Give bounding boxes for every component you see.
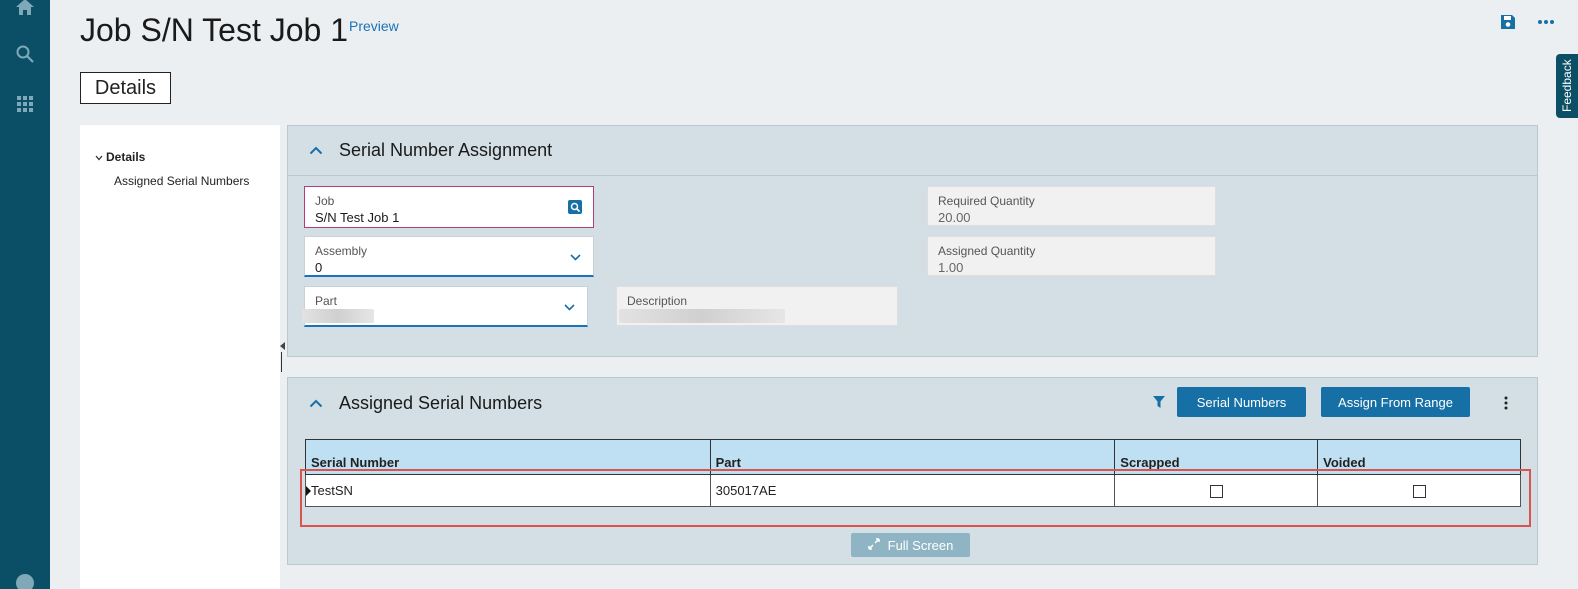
navigation-tree: Details Assigned Serial Numbers bbox=[80, 125, 280, 589]
splitter-handle[interactable] bbox=[281, 352, 282, 372]
panel-header: Serial Number Assignment bbox=[288, 126, 1537, 176]
tree-node-assigned-serial-numbers[interactable]: Assigned Serial Numbers bbox=[114, 174, 249, 188]
field-value: S/N Test Job 1 bbox=[315, 210, 400, 225]
field-value: 20.00 bbox=[938, 210, 971, 225]
assign-from-range-button[interactable]: Assign From Range bbox=[1321, 387, 1470, 417]
cell-serial-number[interactable]: TestSN bbox=[305, 474, 711, 507]
panel-title: Assigned Serial Numbers bbox=[339, 392, 543, 413]
redacted-value bbox=[619, 309, 785, 323]
voided-checkbox[interactable] bbox=[1412, 485, 1426, 499]
chevron-up-icon[interactable] bbox=[306, 393, 326, 413]
chevron-up-icon[interactable] bbox=[306, 141, 326, 161]
column-header-voided[interactable]: Voided bbox=[1317, 439, 1521, 475]
assigned-quantity-field: Assigned Quantity 1.00 bbox=[927, 236, 1216, 276]
more-vertical-icon[interactable] bbox=[1500, 394, 1512, 412]
panel-title: Serial Number Assignment bbox=[339, 140, 553, 160]
column-header-serial-number[interactable]: Serial Number bbox=[305, 439, 711, 475]
left-nav-rail bbox=[0, 0, 50, 589]
grid-header-row: Serial Number Part Scrapped Voided bbox=[305, 439, 1521, 475]
serial-numbers-grid: Serial Number Part Scrapped Voided TestS… bbox=[305, 439, 1521, 507]
required-quantity-field: Required Quantity 20.00 bbox=[927, 186, 1216, 226]
table-row[interactable]: TestSN 305017AE bbox=[305, 474, 1521, 507]
column-header-scrapped[interactable]: Scrapped bbox=[1114, 439, 1319, 475]
full-screen-label: Full Screen bbox=[887, 537, 954, 553]
collapse-tree-icon[interactable] bbox=[280, 337, 286, 350]
top-actions bbox=[1498, 12, 1556, 32]
more-horizontal-icon[interactable] bbox=[1536, 12, 1556, 32]
field-label: Description bbox=[627, 294, 688, 308]
feedback-tab[interactable]: Feedback bbox=[1556, 54, 1578, 118]
field-label: Job bbox=[315, 194, 335, 208]
assembly-field[interactable]: Assembly 0 bbox=[304, 236, 594, 277]
cell-scrapped bbox=[1114, 474, 1319, 507]
apps-grid-icon[interactable] bbox=[12, 91, 38, 117]
search-lookup-icon[interactable] bbox=[567, 199, 583, 215]
field-label: Assigned Quantity bbox=[938, 244, 1036, 258]
page-title: Job S/N Test Job 1 bbox=[80, 12, 348, 48]
assigned-serial-numbers-panel: Assigned Serial Numbers Serial Numbers A… bbox=[287, 377, 1538, 565]
redacted-value bbox=[302, 309, 374, 323]
chevron-down-icon[interactable] bbox=[561, 299, 577, 315]
column-header-part[interactable]: Part bbox=[709, 439, 1116, 475]
tree-node-label: Details bbox=[106, 150, 146, 164]
cell-part[interactable]: 305017AE bbox=[709, 474, 1116, 507]
tree-node-details[interactable]: Details bbox=[95, 150, 145, 164]
part-field[interactable]: Part bbox=[302, 286, 588, 327]
field-label: Assembly bbox=[315, 244, 368, 258]
save-icon[interactable] bbox=[1498, 12, 1518, 32]
description-field: Description bbox=[616, 286, 898, 326]
cell-voided bbox=[1317, 474, 1521, 507]
filter-icon[interactable] bbox=[1152, 395, 1168, 411]
search-icon[interactable] bbox=[12, 41, 38, 67]
field-label: Part bbox=[315, 294, 338, 308]
tab-details[interactable]: Details bbox=[80, 72, 171, 104]
field-label: Required Quantity bbox=[938, 194, 1035, 208]
expand-icon bbox=[867, 537, 880, 553]
preview-link[interactable]: Preview bbox=[349, 18, 399, 34]
full-screen-button[interactable]: Full Screen bbox=[851, 533, 970, 557]
serial-numbers-button[interactable]: Serial Numbers bbox=[1177, 387, 1306, 417]
home-icon[interactable] bbox=[12, 0, 38, 20]
chevron-down-icon bbox=[95, 150, 103, 164]
help-icon[interactable] bbox=[12, 570, 38, 589]
field-value: 1.00 bbox=[938, 260, 964, 275]
job-field[interactable]: Job S/N Test Job 1 bbox=[304, 186, 594, 228]
serial-number-assignment-panel: Serial Number Assignment Job S/N Test Jo… bbox=[287, 125, 1538, 357]
scrapped-checkbox[interactable] bbox=[1209, 485, 1223, 499]
field-value: 0 bbox=[315, 260, 323, 275]
chevron-down-icon[interactable] bbox=[567, 249, 583, 265]
